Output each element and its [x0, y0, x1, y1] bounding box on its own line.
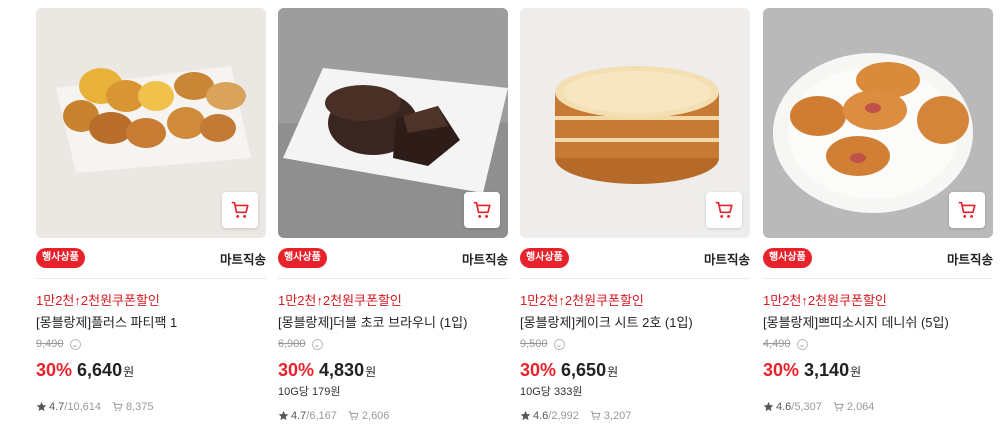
info-icon[interactable]: ⌄ — [311, 338, 323, 350]
cart-count-icon — [112, 402, 123, 412]
product-image[interactable] — [36, 8, 266, 238]
product-name[interactable]: [몽블랑제]플러스 파티팩 1 — [36, 312, 177, 331]
cart-count: 8,375 — [126, 400, 154, 413]
product-image[interactable] — [520, 8, 750, 238]
product-image[interactable] — [763, 8, 993, 238]
product-tags: 행사상품 마트직송 — [278, 246, 508, 270]
add-to-cart-button[interactable] — [464, 192, 500, 228]
divider — [520, 278, 750, 279]
promo-text: 1만2천↑2천원쿠폰할인 — [763, 293, 887, 308]
product-name[interactable]: [몽블랑제]케이크 시트 2호 (1입) — [520, 312, 693, 331]
rating-row: 4.6 /2,992 3,207 — [520, 409, 631, 422]
review-count: /10,614 — [64, 400, 101, 413]
cart-icon — [958, 201, 976, 218]
promo-text: 1만2천↑2천원쿠폰할인 — [36, 293, 160, 308]
rating-value: 4.7 — [49, 400, 65, 413]
cart-icon — [231, 201, 249, 218]
product-card[interactable]: 행사상품 마트직송 1만2천↑2천원쿠폰할인 [몽블랑제]플러스 파티팩 1 9… — [36, 8, 266, 427]
info-icon[interactable]: ⌄ — [69, 338, 81, 350]
promo-text: 1만2천↑2천원쿠폰할인 — [520, 293, 644, 308]
discount-rate: 30% — [763, 360, 800, 380]
rating-row: 4.7 /6,167 2,606 — [278, 409, 389, 422]
cart-count: 3,207 — [603, 409, 632, 422]
original-price-row: 4,490 ⌄ — [763, 338, 808, 350]
rating-row: 4.6 /5,307 2,064 — [763, 400, 874, 413]
event-badge: 행사상품 — [278, 248, 327, 268]
currency-label: 원 — [123, 365, 135, 379]
original-price: 9,500 — [520, 338, 548, 350]
add-to-cart-button[interactable] — [222, 192, 258, 228]
product-image[interactable] — [278, 8, 508, 238]
cart-icon — [715, 201, 733, 218]
add-to-cart-button[interactable] — [706, 192, 742, 228]
original-price-row: 9,500 ⌄ — [520, 338, 565, 350]
currency-label: 원 — [850, 365, 862, 379]
product-tags: 행사상품 마트직송 — [520, 246, 750, 270]
product-card[interactable]: 행사상품 마트직송 1만2천↑2천원쿠폰할인 [몽블랑제]더블 초코 브라우니 … — [278, 8, 508, 427]
discount-rate: 30% — [278, 360, 315, 380]
product-tags: 행사상품 마트직송 — [763, 246, 993, 270]
sale-price: 6,640 — [77, 360, 123, 380]
price-row: 30% 6,640 원 — [36, 360, 134, 381]
delivery-label: 마트직송 — [946, 252, 993, 267]
price-row: 30% 4,830 원 — [278, 360, 376, 381]
rating-value: 4.6 — [776, 400, 792, 413]
star-icon — [36, 401, 47, 412]
sale-price: 4,830 — [319, 360, 365, 380]
cart-count: 2,064 — [846, 400, 875, 413]
review-count: /2,992 — [548, 409, 579, 422]
original-price-row: 6,900 ⌄ — [278, 338, 323, 350]
original-price: 4,490 — [763, 338, 791, 350]
delivery-label: 마트직송 — [703, 252, 750, 267]
product-card[interactable]: 행사상품 마트직송 1만2천↑2천원쿠폰할인 [몽블랑제]케이크 시트 2호 (… — [520, 8, 750, 427]
delivery-label: 마트직송 — [461, 252, 508, 267]
unit-price: 10G당 179원 — [278, 386, 341, 398]
original-price: 9,490 — [36, 338, 64, 350]
divider — [36, 278, 266, 279]
original-price: 6,900 — [278, 338, 306, 350]
product-grid: 행사상품 마트직송 1만2천↑2천원쿠폰할인 [몽블랑제]플러스 파티팩 1 9… — [0, 0, 1001, 427]
currency-label: 원 — [365, 365, 377, 379]
promo-text: 1만2천↑2천원쿠폰할인 — [278, 293, 402, 308]
cart-count-icon — [590, 411, 601, 421]
review-count: /6,167 — [306, 409, 337, 422]
product-name[interactable]: [몽블랑제]쁘띠소시지 데니쉬 (5입) — [763, 312, 949, 331]
price-row: 30% 3,140 원 — [763, 360, 861, 381]
discount-rate: 30% — [36, 360, 73, 380]
star-icon — [278, 410, 289, 421]
divider — [278, 278, 508, 279]
rating-value: 4.7 — [291, 409, 307, 422]
rating-row: 4.7 /10,614 8,375 — [36, 400, 154, 413]
product-tags: 행사상품 마트직송 — [36, 246, 266, 270]
product-name[interactable]: [몽블랑제]더블 초코 브라우니 (1입) — [278, 312, 467, 331]
unit-price: 10G당 333원 — [520, 386, 583, 398]
sale-price: 3,140 — [804, 360, 850, 380]
original-price-row: 9,490 ⌄ — [36, 338, 81, 350]
product-card[interactable]: 행사상품 마트직송 1만2천↑2천원쿠폰할인 [몽블랑제]쁘띠소시지 데니쉬 (… — [763, 8, 993, 427]
star-icon — [763, 401, 774, 412]
rating-value: 4.6 — [533, 409, 549, 422]
sale-price: 6,650 — [561, 360, 607, 380]
cart-count-icon — [833, 402, 844, 412]
divider — [763, 278, 993, 279]
delivery-label: 마트직송 — [219, 252, 266, 267]
currency-label: 원 — [607, 365, 619, 379]
review-count: /5,307 — [791, 400, 822, 413]
price-row: 30% 6,650 원 — [520, 360, 618, 381]
event-badge: 행사상품 — [520, 248, 569, 268]
event-badge: 행사상품 — [763, 248, 812, 268]
cart-count-icon — [348, 411, 359, 421]
add-to-cart-button[interactable] — [949, 192, 985, 228]
info-icon[interactable]: ⌄ — [553, 338, 565, 350]
cart-count: 2,606 — [361, 409, 390, 422]
discount-rate: 30% — [520, 360, 557, 380]
event-badge: 행사상품 — [36, 248, 85, 268]
star-icon — [520, 410, 531, 421]
info-icon[interactable]: ⌄ — [796, 338, 808, 350]
cart-icon — [473, 201, 491, 218]
